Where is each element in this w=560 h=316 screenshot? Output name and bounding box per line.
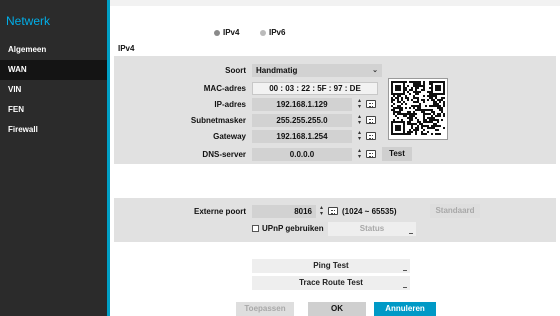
type-select-value: Handmatig: [256, 66, 298, 75]
subnet-spinner-arrows-icon[interactable]: ▴ ▾: [356, 114, 363, 127]
port-range-label: (1024 ~ 65535): [342, 207, 397, 216]
upnp-label: UPnP gebruiken: [262, 224, 324, 233]
trace-route-test-label: Trace Route Test: [299, 278, 363, 287]
upnp-checkbox[interactable]: UPnP gebruiken: [252, 224, 324, 233]
mac-value: 00 : 03 : 22 : 5F : 97 : DE: [252, 82, 378, 95]
type-label: Soort: [225, 66, 246, 75]
main-panel: IPv4 IPv6 IPv4 Soort Handmatig ⌄ MAC-adr…: [110, 0, 560, 316]
dns-label: DNS-server: [202, 150, 246, 159]
ping-test-label: Ping Test: [313, 261, 349, 270]
sidebar-item-vin[interactable]: VIN: [0, 80, 107, 100]
ipv4-radio[interactable]: IPv4: [214, 28, 239, 37]
gateway-label: Gateway: [213, 132, 246, 141]
radio-dot-icon: [260, 29, 266, 36]
sidebar-item-fen[interactable]: FEN: [0, 100, 107, 120]
ip-label: IP-adres: [214, 100, 246, 109]
external-port-label: Externe poort: [193, 207, 246, 216]
checkbox-icon: [252, 225, 259, 232]
top-strip: [110, 0, 560, 6]
trace-route-test-button[interactable]: Trace Route Test: [252, 276, 410, 290]
subnet-label: Subnetmasker: [190, 116, 246, 125]
ip-input[interactable]: 192.168.1.129: [252, 98, 352, 111]
sidebar: Netwerk Algemeen WAN VIN FEN Firewall: [0, 0, 107, 316]
sidebar-item-wan[interactable]: WAN: [0, 60, 107, 80]
subnet-keyboard-icon[interactable]: [366, 116, 376, 124]
port-keyboard-icon[interactable]: [328, 207, 338, 215]
type-select[interactable]: Handmatig ⌄: [252, 64, 382, 77]
ip-keyboard-icon[interactable]: [366, 100, 376, 108]
status-button[interactable]: Status: [328, 222, 416, 236]
qr-code: [388, 78, 448, 140]
sidebar-title: Netwerk: [6, 14, 51, 28]
mac-label: MAC-adres: [203, 84, 246, 93]
ok-button[interactable]: OK: [308, 302, 366, 316]
dropdown-arrow-icon: ⌄: [372, 67, 378, 74]
section-title: IPv4: [118, 44, 135, 53]
gateway-spinner-arrows-icon[interactable]: ▴ ▾: [356, 130, 363, 143]
ipv4-radio-label: IPv4: [223, 28, 240, 37]
dropdown-corner-icon: [403, 287, 407, 288]
subnet-input[interactable]: 255.255.255.0: [252, 114, 352, 127]
default-button[interactable]: Standaard: [430, 204, 480, 218]
external-port-input[interactable]: 8016: [252, 205, 316, 218]
ipv6-radio-label: IPv6: [269, 28, 286, 37]
qr-code-graphic: [391, 81, 445, 135]
status-label: Status: [359, 224, 385, 233]
cancel-button[interactable]: Annuleren: [374, 302, 436, 316]
ip-spinner-arrows-icon[interactable]: ▴ ▾: [356, 98, 363, 111]
apply-button[interactable]: Toepassen: [236, 302, 294, 316]
gateway-keyboard-icon[interactable]: [366, 132, 376, 140]
sidebar-item-firewall[interactable]: Firewall: [0, 120, 107, 140]
dns-test-button[interactable]: Test: [382, 147, 412, 161]
dropdown-corner-icon: [409, 233, 413, 234]
gateway-input[interactable]: 192.168.1.254: [252, 130, 352, 143]
dns-keyboard-icon[interactable]: [366, 150, 376, 158]
ping-test-button[interactable]: Ping Test: [252, 259, 410, 273]
ipv6-radio[interactable]: IPv6: [260, 28, 285, 37]
sidebar-item-algemeen[interactable]: Algemeen: [0, 40, 107, 60]
dns-spinner-arrows-icon[interactable]: ▴ ▾: [356, 148, 363, 161]
radio-dot-icon: [214, 29, 220, 36]
dns-input[interactable]: 0.0.0.0: [252, 148, 352, 161]
dropdown-corner-icon: [403, 270, 407, 271]
port-spinner-arrows-icon[interactable]: ▴ ▾: [318, 205, 325, 218]
